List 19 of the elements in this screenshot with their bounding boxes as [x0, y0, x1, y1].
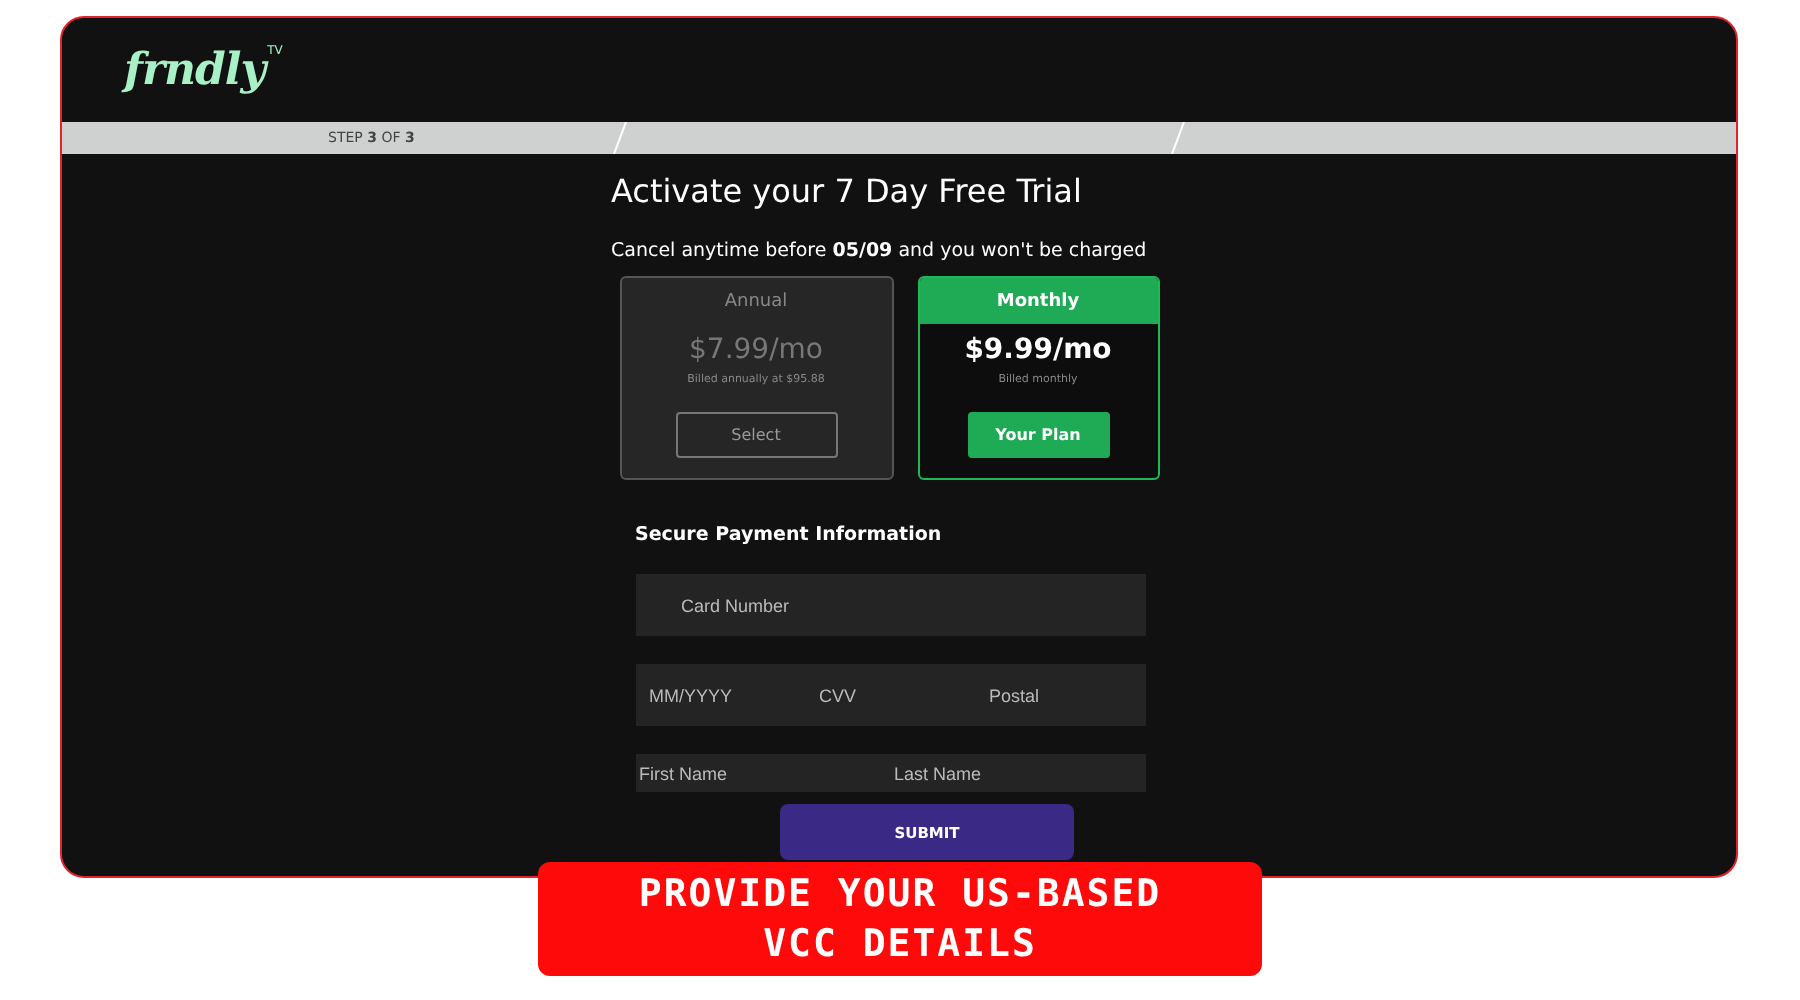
plan-price: $7.99/mo [689, 334, 823, 366]
plan-name: Monthly [919, 278, 1157, 324]
input-field[interactable]: Last Name [890, 754, 1145, 792]
section-heading: Secure Payment Information [635, 524, 944, 546]
input-field[interactable]: Card Number [635, 574, 1145, 636]
caption-text: VCC DETAILS [763, 919, 1037, 969]
plan-name: Annual [722, 289, 790, 315]
divider-slash-icon [1170, 122, 1186, 154]
page-title: Activate your 7 Day Free Trial [611, 172, 1084, 210]
divider-slash-icon [612, 122, 628, 154]
plan-button[interactable]: Your Plan [967, 412, 1109, 458]
input-field[interactable]: First Name [635, 754, 890, 792]
subtitle: Cancel anytime before 05/09 and you won't be charged [611, 240, 1149, 262]
caption-text: PROVIDE YOUR US-BASED [638, 869, 1162, 919]
plan-price: $9.99/mo [964, 334, 1112, 366]
input-field[interactable]: Postal [975, 664, 1145, 726]
input-field[interactable]: MM/YYYY [635, 664, 805, 726]
input-field[interactable]: CVV [805, 664, 975, 726]
plan-button[interactable]: Select [675, 412, 837, 458]
